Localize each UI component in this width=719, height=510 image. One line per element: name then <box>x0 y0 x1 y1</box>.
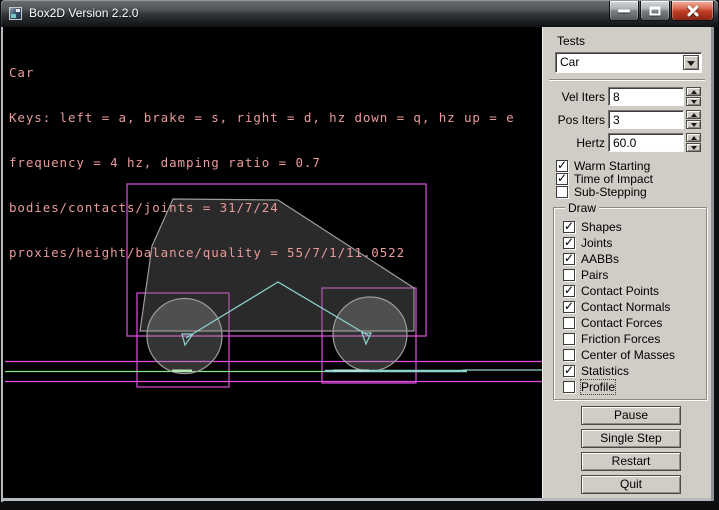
contact-points-checkbox[interactable]: ✓ <box>563 285 575 297</box>
profile-label[interactable]: Profile <box>581 380 615 394</box>
center-of-masses-checkbox[interactable] <box>563 349 575 361</box>
tests-label: Tests <box>557 34 585 48</box>
tests-dropdown[interactable]: Car <box>555 52 702 73</box>
hud-line-title: Car <box>9 65 515 80</box>
spinner-down-button[interactable] <box>686 143 701 152</box>
quit-button[interactable]: Quit <box>581 475 681 494</box>
minimize-icon <box>618 9 630 12</box>
hertz-input[interactable]: 60.0 <box>608 133 684 152</box>
pause-button[interactable]: Pause <box>581 406 681 425</box>
joints-checkbox[interactable]: ✓ <box>563 237 575 249</box>
arrow-up-icon <box>691 90 697 94</box>
contact-forces-label[interactable]: Contact Forces <box>581 316 662 330</box>
single-step-button[interactable]: Single Step <box>581 429 681 448</box>
aabbs-checkbox[interactable]: ✓ <box>563 253 575 265</box>
joints-label[interactable]: Joints <box>581 236 612 250</box>
pairs-label[interactable]: Pairs <box>581 268 608 282</box>
time-of-impact-label[interactable]: Time of Impact <box>574 172 653 186</box>
friction-forces-label[interactable]: Friction Forces <box>581 332 660 346</box>
control-panel: Tests Car Vel Iters 8 Pos Iters 3 Hertz … <box>542 27 711 498</box>
statistics-checkbox[interactable]: ✓ <box>563 365 575 377</box>
contact-mark-right <box>333 370 369 372</box>
dropdown-arrow-button[interactable] <box>683 55 699 70</box>
hud-text: Car Keys: left = a, brake = s, right = d… <box>9 35 515 290</box>
time-of-impact-checkbox[interactable]: ✓ <box>556 173 568 185</box>
maximize-icon <box>650 6 661 15</box>
window-frame-right <box>711 27 714 501</box>
draw-groupbox-label: Draw <box>565 201 599 215</box>
arrow-up-icon <box>691 113 697 117</box>
maximize-button[interactable] <box>640 1 670 21</box>
hud-line-params: frequency = 4 hz, damping ratio = 0.7 <box>9 155 515 170</box>
spinner-down-button[interactable] <box>686 120 701 129</box>
close-button[interactable] <box>671 1 714 21</box>
arrow-down-icon <box>691 100 697 104</box>
window-frame-bottom <box>1 498 714 501</box>
shapes-checkbox[interactable]: ✓ <box>563 221 575 233</box>
pos-iters-label: Pos Iters <box>543 113 605 127</box>
friction-forces-checkbox[interactable] <box>563 333 575 345</box>
separator <box>549 79 705 81</box>
window: Box2D Version 2.2.0 <box>0 0 719 510</box>
window-title: Box2D Version 2.2.0 <box>29 6 138 20</box>
pos-iters-spinner <box>686 110 701 129</box>
spinner-up-button[interactable] <box>686 110 701 119</box>
gl-canvas[interactable]: Car Keys: left = a, brake = s, right = d… <box>3 27 542 498</box>
contact-normals-checkbox[interactable]: ✓ <box>563 301 575 313</box>
warm-starting-label[interactable]: Warm Starting <box>574 159 650 173</box>
arrow-up-icon <box>691 136 697 140</box>
app-icon <box>9 7 22 20</box>
window-titlebar[interactable]: Box2D Version 2.2.0 <box>1 0 718 28</box>
hertz-spinner <box>686 133 701 152</box>
sub-stepping-label[interactable]: Sub-Stepping <box>574 185 647 199</box>
spinner-up-button[interactable] <box>686 87 701 96</box>
pairs-checkbox[interactable] <box>563 269 575 281</box>
shapes-label[interactable]: Shapes <box>581 220 622 234</box>
sub-stepping-checkbox[interactable] <box>556 186 568 198</box>
spinner-up-button[interactable] <box>686 133 701 142</box>
center-of-masses-label[interactable]: Center of Masses <box>581 348 675 362</box>
minimize-button[interactable] <box>609 1 639 21</box>
wheel-left <box>147 299 222 374</box>
vel-iters-input[interactable]: 8 <box>608 87 684 106</box>
hertz-label: Hertz <box>543 136 605 150</box>
contact-points-label[interactable]: Contact Points <box>581 284 659 298</box>
tests-dropdown-value: Car <box>560 55 579 69</box>
arrow-down-icon <box>691 146 697 150</box>
vel-iters-label: Vel Iters <box>543 90 605 104</box>
contact-mark-left <box>172 370 192 373</box>
hud-line-stats1: bodies/contacts/joints = 31/7/24 <box>9 200 515 215</box>
vel-iters-spinner <box>686 87 701 106</box>
aabbs-label[interactable]: AABBs <box>581 252 619 266</box>
arrow-down-icon <box>691 123 697 127</box>
spinner-down-button[interactable] <box>686 97 701 106</box>
contact-forces-checkbox[interactable] <box>563 317 575 329</box>
profile-checkbox[interactable] <box>563 381 575 393</box>
pos-iters-input[interactable]: 3 <box>608 110 684 129</box>
restart-button[interactable]: Restart <box>581 452 681 471</box>
statistics-label[interactable]: Statistics <box>581 364 629 378</box>
hud-line-keys: Keys: left = a, brake = s, right = d, hz… <box>9 110 515 125</box>
contact-normals-label[interactable]: Contact Normals <box>581 300 670 314</box>
hud-line-stats2: proxies/height/balance/quality = 55/7/1/… <box>9 245 515 260</box>
chevron-down-icon <box>687 61 695 66</box>
